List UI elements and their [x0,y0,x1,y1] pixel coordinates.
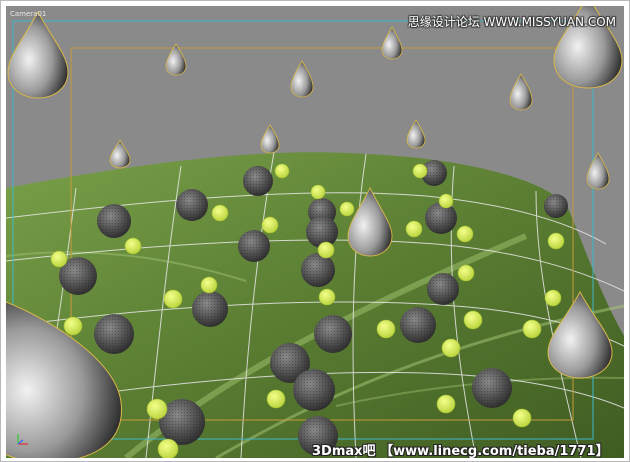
site-url: WWW.MISSYUAN.COM [483,15,616,29]
viewport-label[interactable]: Camera01 [10,10,46,18]
site-name: 思缘设计论坛 [407,15,480,29]
watermark-text: 3Dmax吧 【www.linecg.com/tieba/1771】 [312,444,609,458]
axis-tripod-icon [15,431,31,451]
camera-viewport[interactable]: Camera01 思缘设计论坛 WWW.MISSYUAN.COM 3Dmax吧 … [6,6,624,458]
viewport-frame: Camera01 思缘设计论坛 WWW.MISSYUAN.COM 3Dmax吧 … [0,0,630,462]
render-scene [6,6,624,458]
site-branding: 思缘设计论坛 WWW.MISSYUAN.COM [408,13,616,30]
